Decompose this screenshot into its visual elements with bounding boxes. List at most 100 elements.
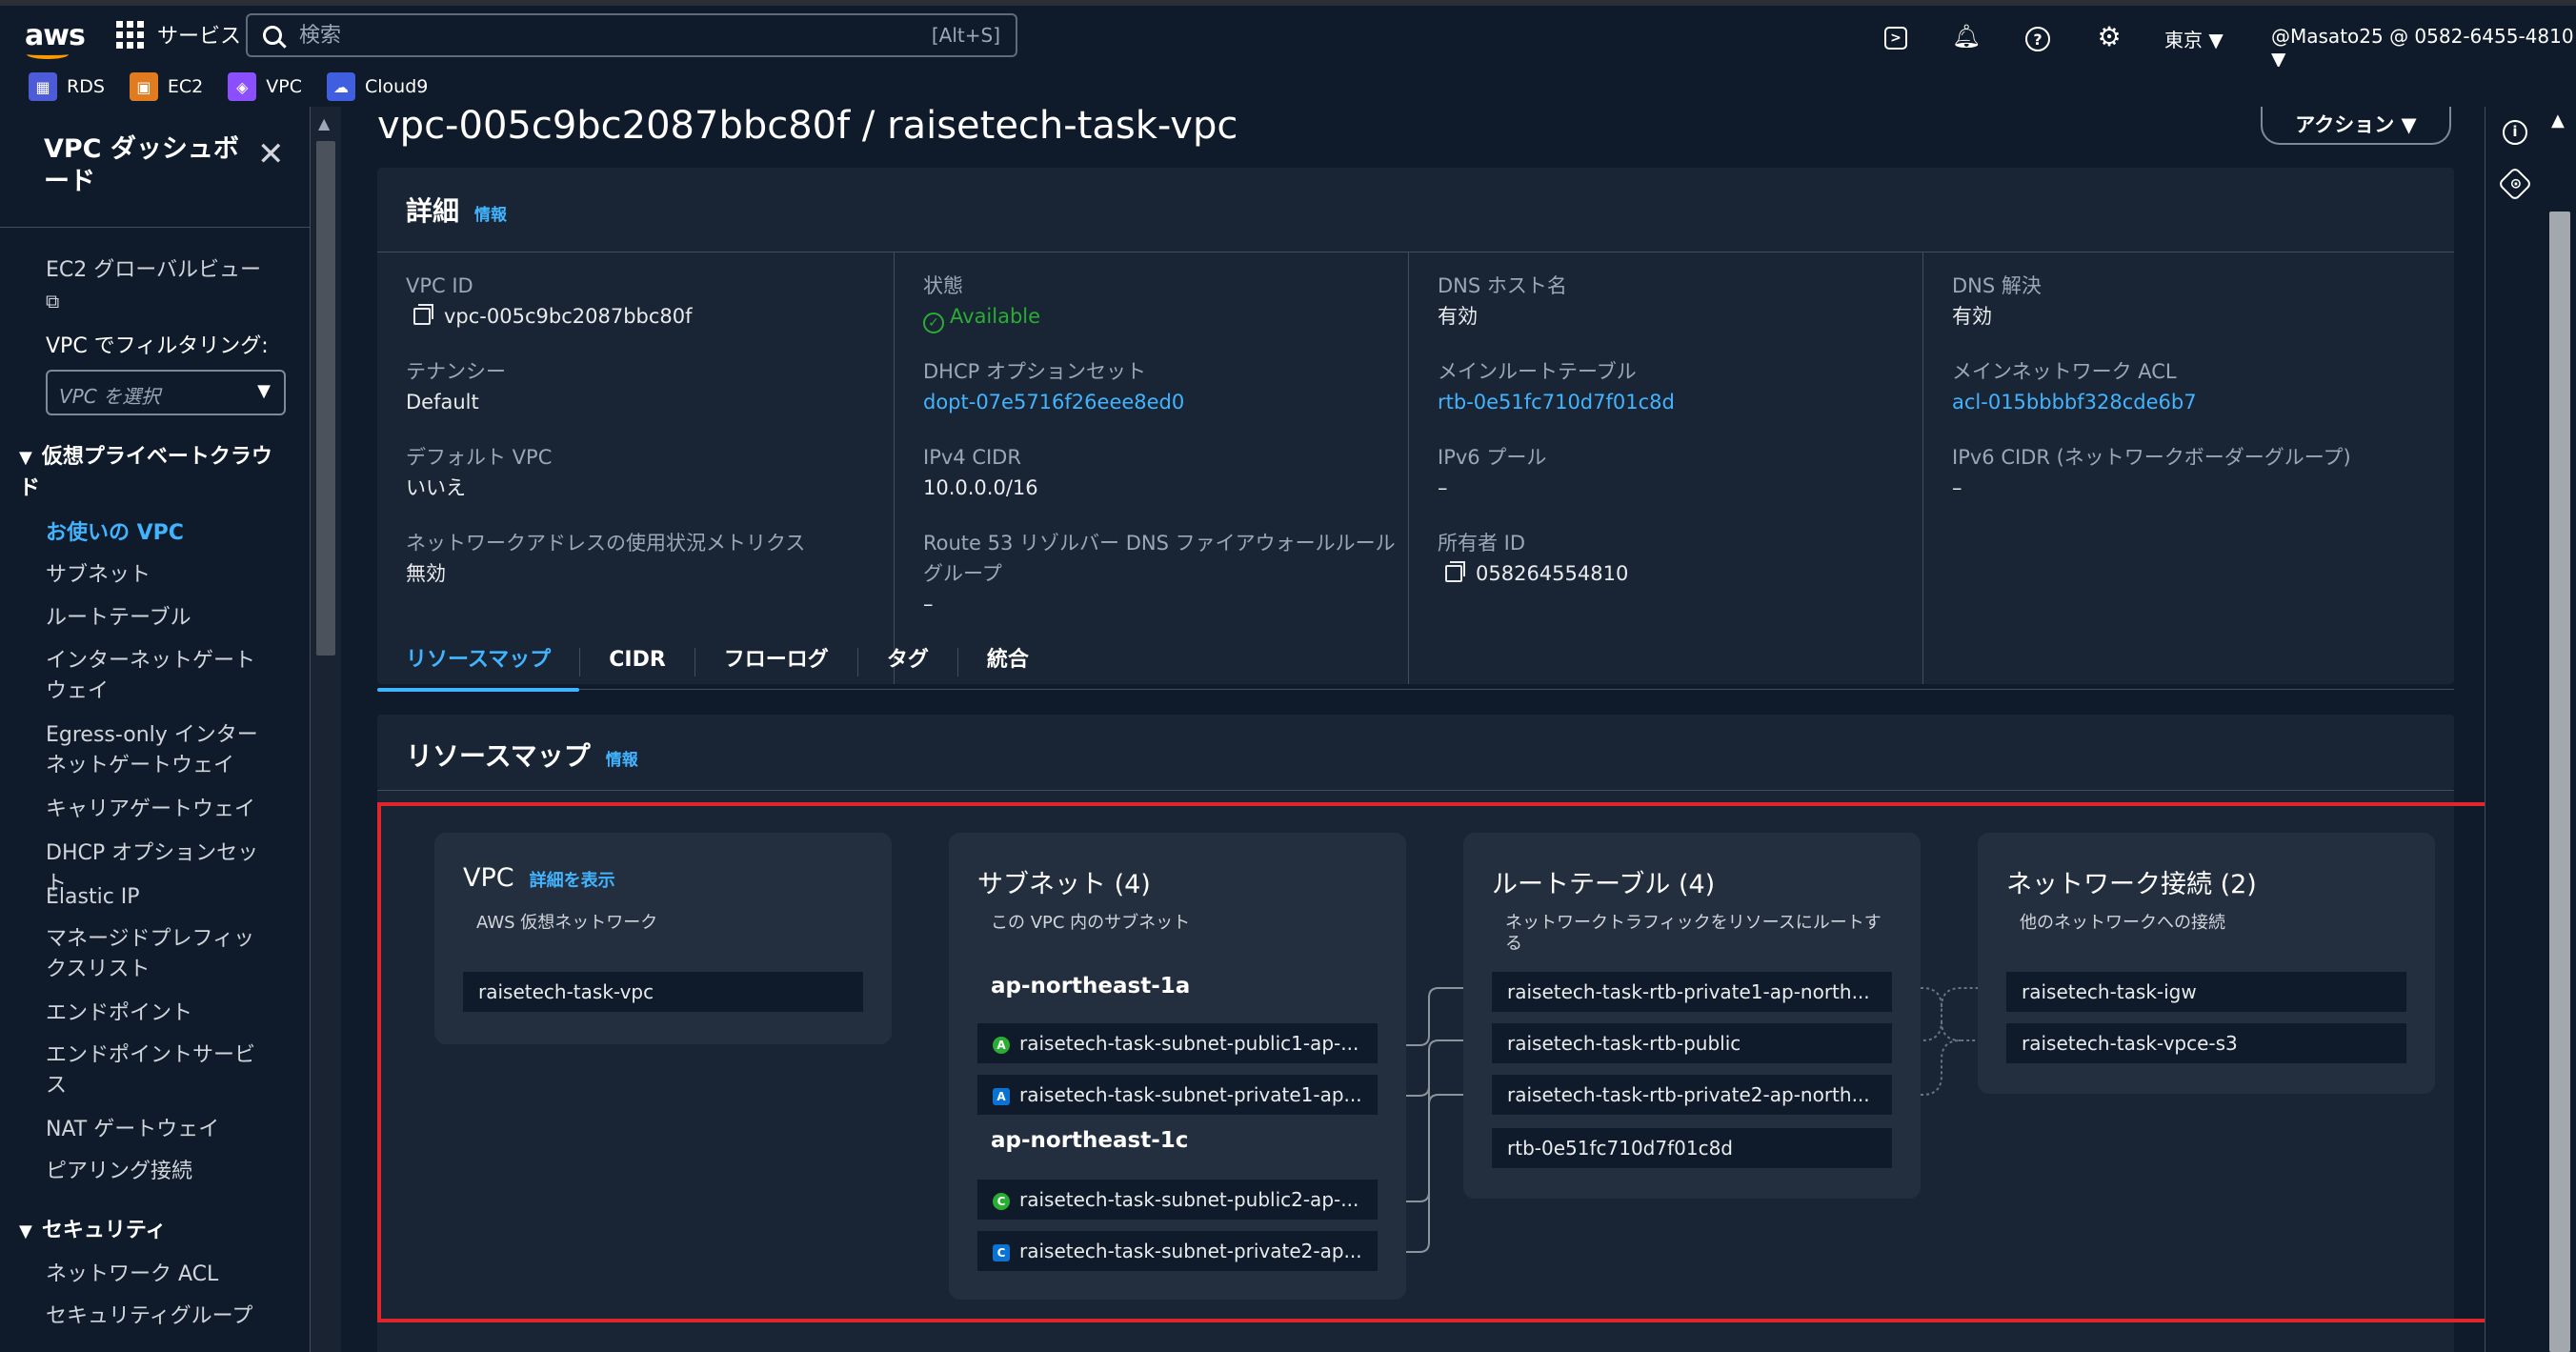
sidebar-item-network-acls[interactable]: ネットワーク ACL <box>46 1260 274 1290</box>
sidebar-divider <box>0 227 310 228</box>
sidebar-title[interactable]: VPC ダッシュボード <box>44 133 244 198</box>
field-metrics: ネットワークアドレスの使用状況メトリクス 無効 <box>406 528 805 589</box>
sidebar-scrollbar[interactable]: ▲ <box>311 107 341 1352</box>
region-selector[interactable]: 東京 ▼ <box>2164 25 2224 52</box>
info-link[interactable]: 情報 <box>474 206 507 225</box>
cloudshell-icon[interactable]: > <box>1884 27 1907 50</box>
favorite-label: Cloud9 <box>365 76 429 97</box>
sidebar-section-vpc[interactable]: ▼ 仮想プライベートクラウド <box>19 442 276 504</box>
field-label: デフォルト VPC <box>406 446 553 469</box>
tab-bar: リソースマップ CIDR フローログ タグ 統合 <box>377 642 2454 692</box>
top-navigation: aws サービス [Alt+S] > 🔔︎ ? ⚙ 東京 ▼ @Masato25… <box>0 0 2576 71</box>
utility-rail: i ⊙ <box>2485 107 2544 1352</box>
details-column-1: VPC ID vpc-005c9bc2087bbc80f テナンシー Default… <box>406 252 892 684</box>
field-ipv6-pool: IPv6 プール – <box>1438 442 1546 503</box>
section-label: セキュリティ <box>41 1219 167 1242</box>
field-label: ネットワークアドレスの使用状況メトリクス <box>406 532 806 555</box>
field-label: DHCP オプションセット <box>923 360 1146 383</box>
field-route53: Route 53 リゾルバー DNS ファイアウォールルールグループ – <box>923 528 1399 619</box>
favorite-ec2[interactable]: ▣ EC2 <box>129 72 203 101</box>
page-scrollbar[interactable]: ▲ <box>2544 107 2576 1352</box>
sidebar-item-managed-prefix-lists[interactable]: マネージドプレフィックスリスト <box>46 924 255 985</box>
sidebar-item-your-vpcs[interactable]: お使いの VPC <box>46 518 274 549</box>
tab-flow-logs[interactable]: フローログ <box>695 642 857 690</box>
field-ipv6-cidr: IPv6 CIDR (ネットワークボーダーグループ) – <box>1952 442 2351 503</box>
main-route-table-link[interactable]: rtb-0e51fc710d7f01c8d <box>1438 387 1675 417</box>
favorite-rds[interactable]: ▦ RDS <box>29 72 105 101</box>
scrollbar-thumb[interactable] <box>2549 212 2570 1352</box>
field-dhcp: DHCP オプションセット dopt-07e5716f26eee8ed0 <box>923 356 1184 417</box>
main-acl-link[interactable]: acl-015bbbbf328cde6b7 <box>1952 387 2197 417</box>
favorite-label: RDS <box>67 76 105 97</box>
sidebar-item-peering-connections[interactable]: ピアリング接続 <box>46 1157 274 1187</box>
sidebar-item-ec2-global-view[interactable]: EC2 グローバルビュー ⧉ <box>46 255 274 317</box>
sidebar-section-security[interactable]: ▼ セキュリティ <box>19 1216 276 1247</box>
sidebar-item-egress-only-igw[interactable]: Egress-only インターネットゲートウェイ <box>46 720 265 781</box>
sidebar-item-endpoint-services[interactable]: エンドポイントサービス <box>46 1040 255 1101</box>
filter-placeholder: VPC を選択 <box>59 385 161 408</box>
sidebar-item-carrier-gateways[interactable]: キャリアゲートウェイ <box>46 795 274 825</box>
sidebar-item-endpoints[interactable]: エンドポイント <box>46 999 274 1029</box>
copy-icon[interactable] <box>413 304 433 325</box>
info-link[interactable]: 情報 <box>606 751 638 770</box>
close-icon[interactable]: ✕ <box>257 135 285 173</box>
field-label: IPv6 プール <box>1438 446 1547 469</box>
field-label: メインルートテーブル <box>1438 360 1637 383</box>
details-title: 詳細 <box>406 195 460 227</box>
field-label: DNS 解決 <box>1952 274 2042 297</box>
vpc-id-value: vpc-005c9bc2087bbc80f <box>444 305 693 328</box>
details-column-2: 状態 ✓ Available DHCP オプションセット dopt-07e5716f2… <box>894 252 1408 684</box>
search-box[interactable]: [Alt+S] <box>246 13 1017 57</box>
dns-hostnames-value: 有効 <box>1438 305 1478 328</box>
check-circle-icon: ✓ <box>923 313 944 333</box>
favorite-label: VPC <box>266 76 303 97</box>
sidebar: VPC ダッシュボード ✕ EC2 グローバルビュー ⧉ VPC でフィルタリング… <box>0 107 311 1352</box>
tab-resource-map[interactable]: リソースマップ <box>377 642 580 692</box>
copy-icon[interactable] <box>1445 561 1465 582</box>
aws-logo[interactable]: aws <box>25 19 86 59</box>
field-main-route-table: メインルートテーブル rtb-0e51fc710d7f01c8d <box>1438 356 1675 417</box>
caret-down-icon: ▼ <box>19 448 32 468</box>
help-icon[interactable]: ? <box>2025 27 2050 51</box>
resource-map-title: リソースマップ <box>406 740 591 772</box>
sidebar-item-security-groups[interactable]: セキュリティグループ <box>46 1302 274 1332</box>
services-menu-button[interactable]: サービス <box>116 19 241 50</box>
sidebar-item-route-tables[interactable]: ルートテーブル <box>46 603 274 634</box>
feedback-icon[interactable]: ⊙ <box>2497 166 2533 202</box>
metrics-value: 無効 <box>406 562 446 585</box>
bell-icon[interactable]: 🔔︎ <box>1952 23 1981 50</box>
field-vpc-id: VPC ID vpc-005c9bc2087bbc80f <box>406 271 693 332</box>
field-dns-resolution: DNS 解決 有効 <box>1952 271 2042 332</box>
tab-cidr[interactable]: CIDR <box>580 642 694 690</box>
field-default-vpc: デフォルト VPC いいえ <box>406 442 552 503</box>
tab-integrations[interactable]: 統合 <box>958 642 1057 690</box>
favorites-bar: ▦ RDS ▣ EC2 ◈ VPC ☁ Cloud9 <box>0 67 2576 107</box>
field-label: IPv6 CIDR (ネットワークボーダーグループ) <box>1952 446 2351 469</box>
vpc-filter-select[interactable]: VPC を選択 ▼ <box>46 370 286 415</box>
sidebar-item-internet-gateways[interactable]: インターネットゲートウェイ <box>46 646 255 707</box>
field-label: 状態 <box>923 274 963 297</box>
search-input[interactable] <box>299 23 932 48</box>
sidebar-item-nat-gateways[interactable]: NAT ゲートウェイ <box>46 1115 274 1145</box>
gear-icon[interactable]: ⚙ <box>2096 21 2123 52</box>
info-icon[interactable]: i <box>2503 120 2527 145</box>
field-label: DNS ホスト名 <box>1438 274 1567 297</box>
sidebar-item-elastic-ip[interactable]: Elastic IP <box>46 882 274 913</box>
scroll-up-icon[interactable]: ▲ <box>318 114 330 132</box>
state-value: Available <box>950 305 1041 328</box>
filter-label: VPC でフィルタリング: <box>46 334 269 358</box>
sidebar-item-label: EC2 グローバルビュー <box>46 258 262 282</box>
tab-tags[interactable]: タグ <box>858 642 957 690</box>
actions-button[interactable]: アクション ▼ <box>2261 107 2451 145</box>
ipv4-value: 10.0.0.0/16 <box>923 476 1038 499</box>
favorite-vpc[interactable]: ◈ VPC <box>228 72 302 101</box>
dhcp-link[interactable]: dopt-07e5716f26eee8ed0 <box>923 387 1184 417</box>
owner-id-value: 058264554810 <box>1476 562 1629 585</box>
sidebar-item-subnets[interactable]: サブネット <box>46 560 274 591</box>
favorite-cloud9[interactable]: ☁ Cloud9 <box>327 72 428 101</box>
scrollbar-thumb[interactable] <box>316 141 335 656</box>
account-menu[interactable]: @Masato25 @ 0582-6455-4810 ▼ <box>2271 25 2576 71</box>
scroll-up-icon[interactable]: ▲ <box>2551 111 2565 131</box>
caret-down-icon: ▼ <box>257 381 271 401</box>
dns-resolution-value: 有効 <box>1952 305 1992 328</box>
